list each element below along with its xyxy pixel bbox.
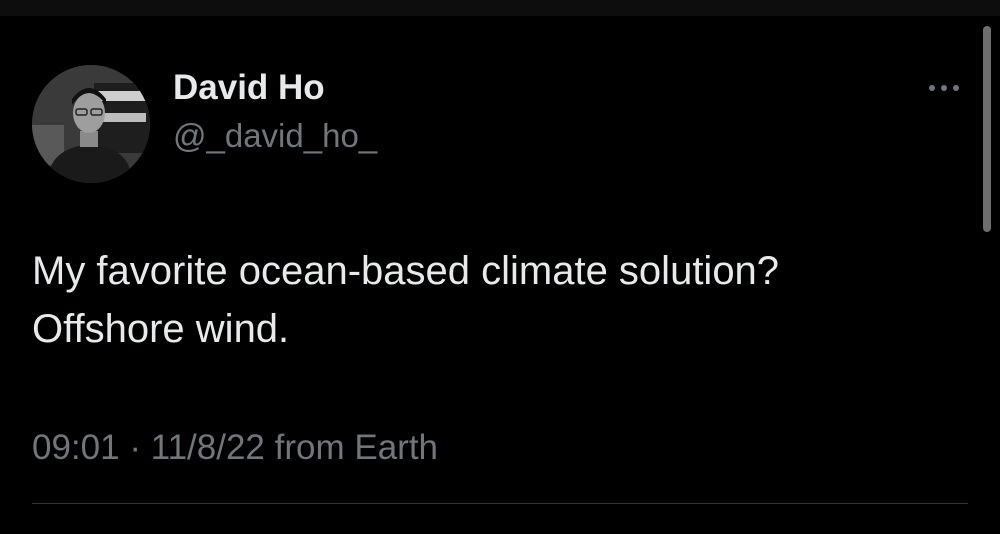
tweet-text-line: My favorite ocean-based climate solution… (32, 249, 780, 293)
tweet-text-line: Offshore wind. (32, 307, 290, 351)
scrollbar[interactable] (983, 26, 991, 232)
more-options-button[interactable] (918, 76, 970, 100)
top-bar (0, 0, 1000, 16)
avatar-photo-icon (32, 65, 150, 183)
tweet-metadata: 09:01 · 11/8/22 from Earth (32, 428, 438, 468)
tweet-time[interactable]: 09:01 (32, 428, 120, 467)
more-horizontal-icon (929, 85, 935, 91)
more-horizontal-icon (953, 85, 959, 91)
tweet-text: My favorite ocean-based climate solution… (32, 242, 932, 358)
tweet-source: from Earth (274, 428, 439, 467)
author-display-name[interactable]: David Ho (173, 68, 325, 108)
author-handle[interactable]: @_david_ho_ (173, 117, 377, 155)
avatar[interactable] (32, 65, 150, 183)
more-horizontal-icon (941, 85, 947, 91)
meta-separator: · (129, 428, 141, 467)
tweet-card: David Ho @_david_ho_ My favorite ocean-b… (0, 16, 1000, 534)
divider (32, 503, 968, 504)
tweet-date[interactable]: 11/8/22 (151, 428, 265, 467)
